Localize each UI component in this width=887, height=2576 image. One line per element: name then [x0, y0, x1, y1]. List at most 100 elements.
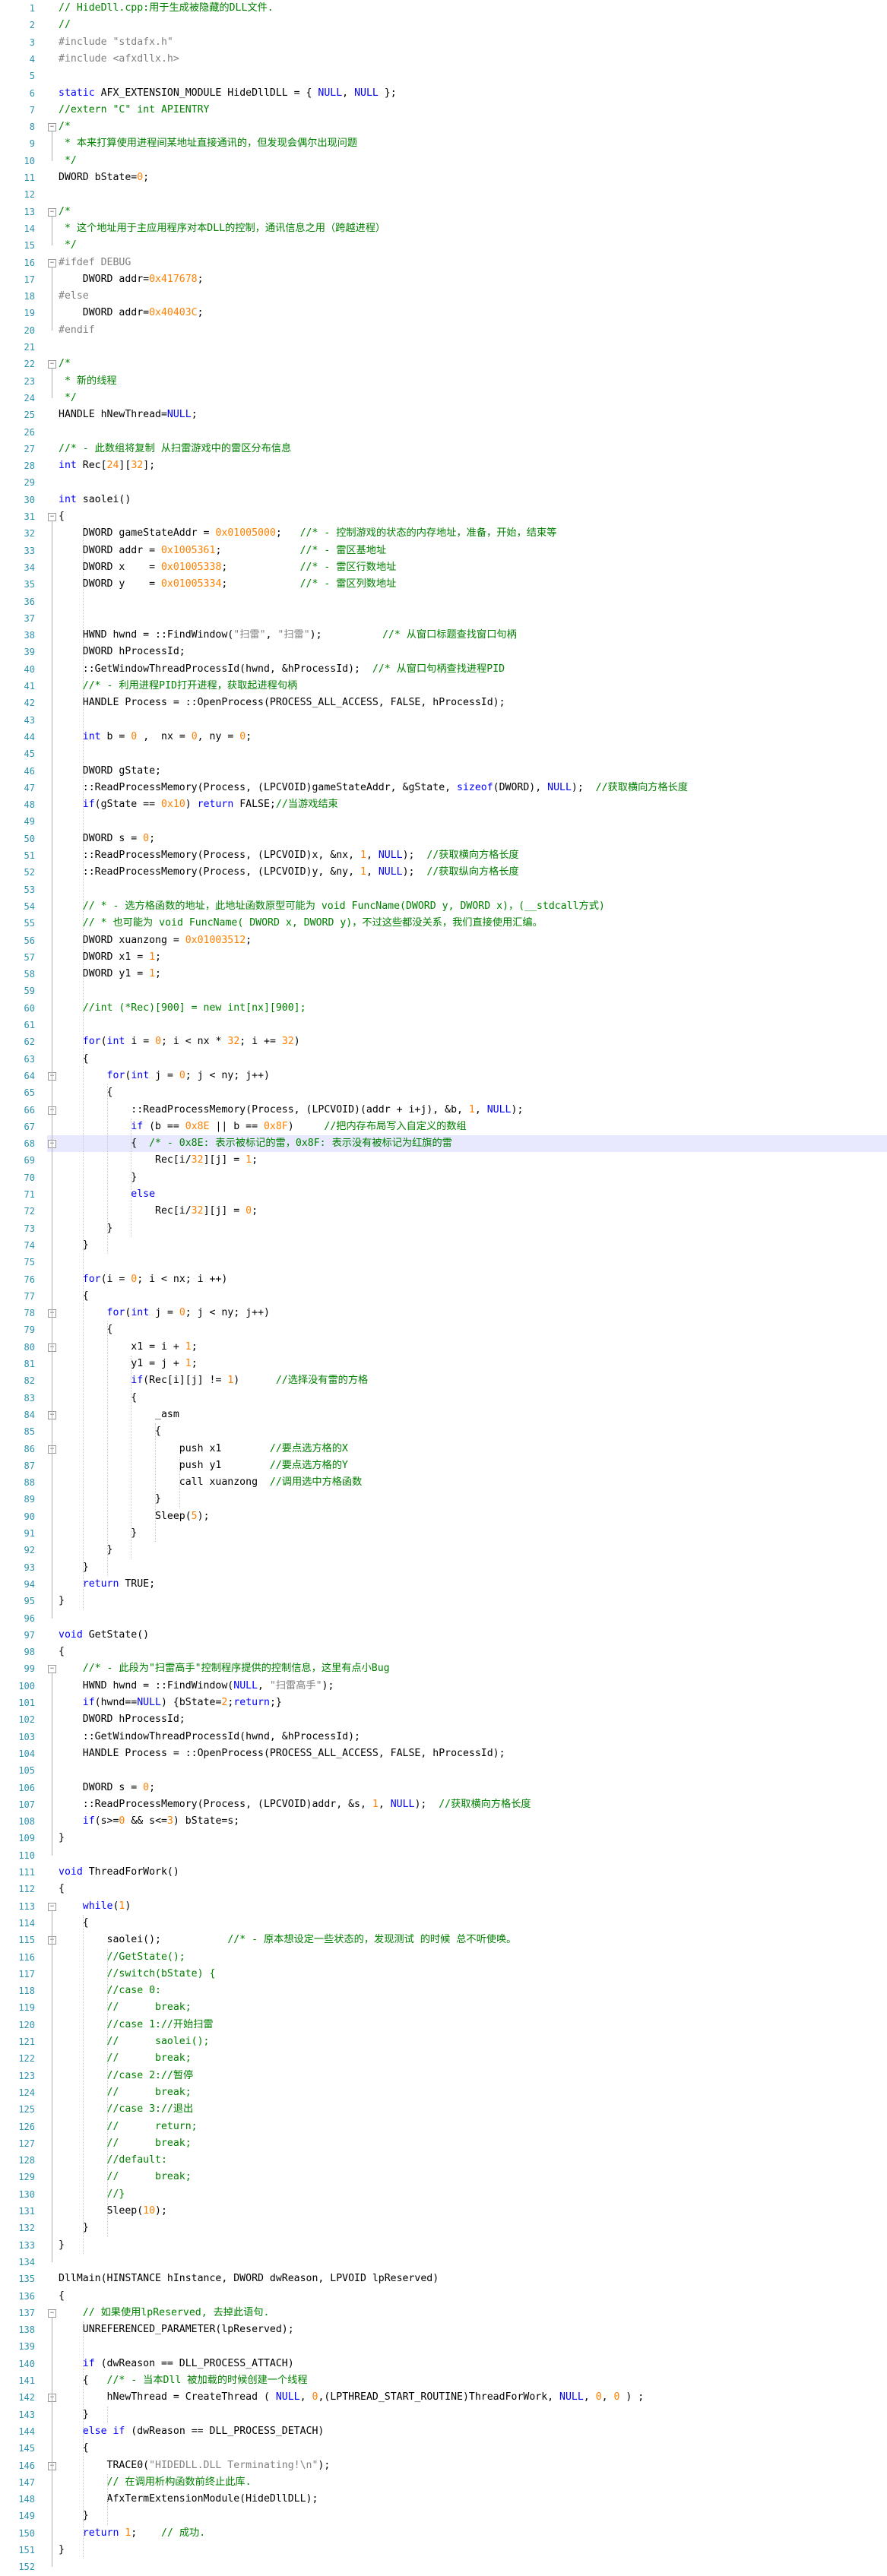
- code-line[interactable]: else: [59, 1186, 887, 1203]
- fold-toggle-icon[interactable]: −: [48, 1902, 56, 1911]
- code-line[interactable]: [59, 186, 887, 203]
- code-line[interactable]: ::ReadProcessMemory(Process, (LPCVOID)(a…: [59, 1102, 887, 1119]
- code-line[interactable]: [59, 1762, 887, 1779]
- code-line[interactable]: //switch(bState) {: [59, 1966, 887, 1983]
- code-line[interactable]: }: [59, 2220, 887, 2236]
- code-line[interactable]: */: [59, 237, 887, 254]
- code-line[interactable]: DWORD s = 0;: [59, 831, 887, 847]
- code-line[interactable]: /*: [59, 356, 887, 372]
- code-line[interactable]: {: [59, 1051, 887, 1068]
- code-line[interactable]: // * 也可能为 void FuncName( DWORD x, DWORD …: [59, 915, 887, 932]
- code-line[interactable]: DWORD y1 = 1;: [59, 966, 887, 983]
- code-line[interactable]: { /* - 0x8E: 表示被标记的雷，0x8F: 表示没有被标记为红旗的雷: [59, 1135, 887, 1152]
- code-line[interactable]: DWORD y = 0x01005334; //* - 雷区列数地址: [59, 576, 887, 593]
- code-line[interactable]: return 1; // 成功.: [59, 2525, 887, 2542]
- code-line[interactable]: {: [59, 2440, 887, 2457]
- fold-toggle-icon[interactable]: −: [48, 513, 56, 521]
- code-line[interactable]: DWORD gameStateAddr = 0x01005000; //* - …: [59, 525, 887, 542]
- code-line[interactable]: for(int i = 0; i < nx * 32; i += 32): [59, 1033, 887, 1050]
- code-line[interactable]: ::ReadProcessMemory(Process, (LPCVOID)ad…: [59, 1796, 887, 1813]
- code-line[interactable]: //}: [59, 2186, 887, 2203]
- code-line[interactable]: HWND hwnd = ::FindWindow(NULL, "扫雷高手");: [59, 1678, 887, 1695]
- code-line[interactable]: ::GetWindowThreadProcessId(hwnd, &hProce…: [59, 1729, 887, 1745]
- code-line[interactable]: [59, 881, 887, 898]
- code-line[interactable]: //case 0:: [59, 1983, 887, 1999]
- code-line[interactable]: {: [59, 1423, 887, 1440]
- code-line[interactable]: UNREFERENCED_PARAMETER(lpReserved);: [59, 2321, 887, 2338]
- code-line[interactable]: else if (dwReason == DLL_PROCESS_DETACH): [59, 2423, 887, 2440]
- code-line[interactable]: Sleep(5);: [59, 1508, 887, 1525]
- code-line[interactable]: DWORD bState=0;: [59, 169, 887, 186]
- fold-toggle-icon[interactable]: −: [48, 123, 56, 132]
- code-line[interactable]: [59, 424, 887, 441]
- code-line[interactable]: [59, 68, 887, 84]
- code-line[interactable]: }: [59, 2407, 887, 2423]
- code-line[interactable]: // 在调用析构函数前终止此库.: [59, 2474, 887, 2491]
- code-line[interactable]: // break;: [59, 2050, 887, 2067]
- fold-toggle-icon[interactable]: −: [48, 258, 56, 267]
- code-line[interactable]: //GetState();: [59, 1949, 887, 1966]
- code-line[interactable]: }: [59, 1169, 887, 1186]
- code-line[interactable]: [59, 474, 887, 491]
- code-line[interactable]: [59, 712, 887, 729]
- code-line[interactable]: //* - 此数组将复制 从扫雷游戏中的雷区分布信息: [59, 441, 887, 457]
- code-line[interactable]: DllMain(HINSTANCE hInstance, DWORD dwRea…: [59, 2271, 887, 2287]
- code-line[interactable]: */: [59, 153, 887, 169]
- code-line[interactable]: * 新的线程: [59, 373, 887, 390]
- code-line[interactable]: Sleep(10);: [59, 2203, 887, 2220]
- code-line[interactable]: HANDLE hNewThread=NULL;: [59, 407, 887, 423]
- code-line[interactable]: {: [59, 1881, 887, 1897]
- code-line[interactable]: [59, 1847, 887, 1864]
- code-line[interactable]: if (b == 0x8E || b == 0x8F) //把内存布局写入自定义…: [59, 1119, 887, 1135]
- code-line[interactable]: [59, 2254, 887, 2271]
- code-line[interactable]: //default:: [59, 2152, 887, 2169]
- code-line[interactable]: // HideDll.cpp:用于生成被隐藏的DLL文件.: [59, 0, 887, 17]
- code-line[interactable]: #include "stdafx.h": [59, 34, 887, 51]
- code-line[interactable]: DWORD gState;: [59, 763, 887, 780]
- code-line[interactable]: #include <afxdllx.h>: [59, 51, 887, 68]
- code-line[interactable]: }: [59, 1237, 887, 1254]
- fold-toggle-icon[interactable]: −: [48, 2309, 56, 2318]
- code-line[interactable]: }: [59, 1525, 887, 1542]
- fold-toggle-icon[interactable]: −: [48, 360, 56, 369]
- code-line[interactable]: }: [59, 1491, 887, 1508]
- code-line[interactable]: DWORD addr = 0x1005361; //* - 雷区基地址: [59, 543, 887, 559]
- code-line[interactable]: DWORD xuanzong = 0x01003512;: [59, 932, 887, 949]
- code-line[interactable]: if(gState == 0x10) return FALSE;//当游戏结束: [59, 796, 887, 813]
- code-line[interactable]: ::ReadProcessMemory(Process, (LPCVOID)y,…: [59, 864, 887, 881]
- code-line[interactable]: for(int j = 0; j < ny; j++): [59, 1305, 887, 1321]
- code-editor[interactable]: 1 // HideDll.cpp:用于生成被隐藏的DLL文件. 2 // 3 #inclu…: [0, 0, 887, 2572]
- code-line[interactable]: HANDLE Process = ::OpenProcess(PROCESS_A…: [59, 1745, 887, 1762]
- code-line[interactable]: int b = 0 , nx = 0, ny = 0;: [59, 729, 887, 745]
- code-line[interactable]: // break;: [59, 2135, 887, 2152]
- code-line[interactable]: DWORD hProcessId;: [59, 1711, 887, 1728]
- code-line[interactable]: // break;: [59, 1999, 887, 2016]
- code-line[interactable]: [59, 593, 887, 610]
- code-line[interactable]: ::ReadProcessMemory(Process, (LPCVOID)x,…: [59, 847, 887, 864]
- code-line[interactable]: }: [59, 1559, 887, 1576]
- code-line[interactable]: //case 3://退出: [59, 2101, 887, 2118]
- code-line[interactable]: }: [59, 2508, 887, 2524]
- code-line[interactable]: [59, 813, 887, 830]
- code-line[interactable]: */: [59, 390, 887, 407]
- fold-toggle-icon[interactable]: −: [48, 1665, 56, 1674]
- code-line[interactable]: y1 = j + 1;: [59, 1356, 887, 1372]
- code-line[interactable]: if(s>=0 && s<=3) bState=s;: [59, 1813, 887, 1830]
- code-line[interactable]: DWORD s = 0;: [59, 1780, 887, 1796]
- code-line[interactable]: {: [59, 1288, 887, 1305]
- code-line[interactable]: {: [59, 1321, 887, 1338]
- code-line[interactable]: }: [59, 1830, 887, 1847]
- code-line[interactable]: { //* - 当本Dll 被加载的时候创建一个线程: [59, 2372, 887, 2389]
- fold-toggle-icon[interactable]: −: [48, 207, 56, 217]
- code-line[interactable]: //int (*Rec)[900] = new int[nx][900];: [59, 1000, 887, 1017]
- code-line[interactable]: [59, 983, 887, 999]
- code-line[interactable]: //case 2://暂停: [59, 2068, 887, 2084]
- code-line[interactable]: // return;: [59, 2119, 887, 2135]
- code-line[interactable]: hNewThread = CreateThread ( NULL, 0 ,(LPT…: [59, 2389, 887, 2406]
- code-line[interactable]: for(int j = 0; j < ny; j++): [59, 1068, 887, 1084]
- code-line[interactable]: [59, 1017, 887, 1033]
- code-line[interactable]: * 这个地址用于主应用程序对本DLL的控制，通讯信息之用（跨越进程）: [59, 220, 887, 237]
- code-line[interactable]: }: [59, 2542, 887, 2559]
- code-line[interactable]: [59, 610, 887, 627]
- code-line[interactable]: {: [59, 508, 887, 525]
